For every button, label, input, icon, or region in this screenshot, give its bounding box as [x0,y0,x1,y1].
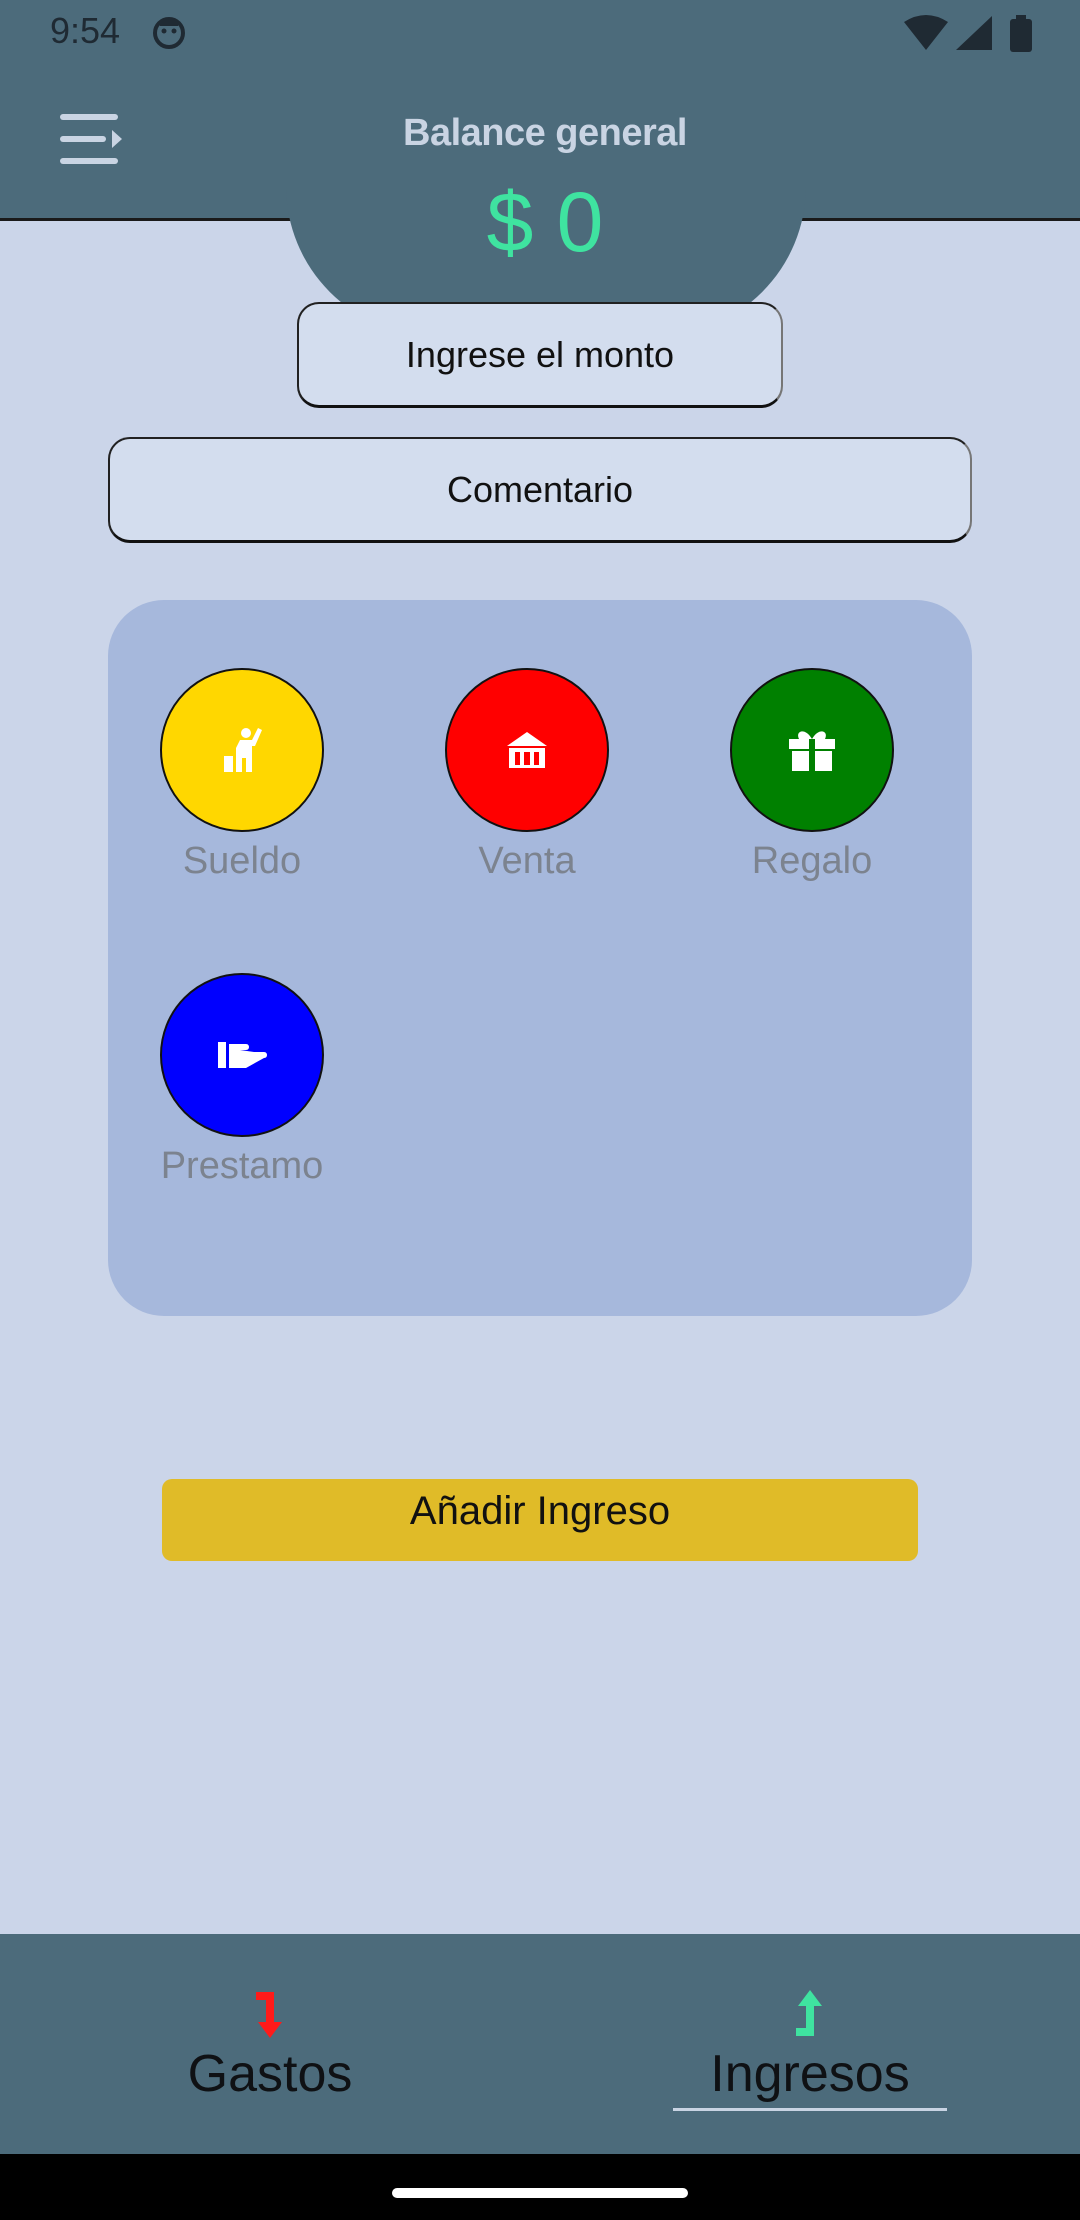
system-status-icons [904,15,1032,52]
home-gesture-handle[interactable] [392,2188,688,2198]
comment-input[interactable] [108,437,972,543]
gift-icon [789,731,835,771]
balance-amount: $ 0 [486,175,604,269]
tab-label: Ingresos [710,2045,910,2103]
system-navigation-bar [0,2154,1080,2220]
category-venta[interactable]: Venta [407,668,647,883]
category-regalo[interactable]: Regalo [692,668,932,883]
wifi-icon [904,15,948,50]
category-label: Regalo [751,840,873,882]
category-label: Sueldo [182,840,302,882]
category-label: Prestamo [160,1145,324,1187]
battery-icon [1010,19,1032,52]
selected-tab-indicator [673,2108,947,2111]
status-time: 9:54 [50,10,121,51]
signal-icon [956,16,992,50]
category-venta-circle[interactable] [445,668,609,832]
hand-holding-icon [218,1042,267,1068]
tab-ingresos[interactable]: Ingresos [673,1934,947,2154]
person-raising-hand-icon [224,728,262,772]
category-prestamo-circle[interactable] [160,973,324,1137]
amount-input[interactable] [297,302,783,408]
category-sueldo-circle[interactable] [160,668,324,832]
status-bar: 9:54 [0,0,1080,66]
category-regalo-circle[interactable] [730,668,894,832]
arrow-up-green-icon [796,1990,822,2036]
bottom-navigation: Gastos Ingresos [0,1934,1080,2154]
add-income-button[interactable]: Añadir Ingreso [162,1479,918,1561]
page-title: Balance general [403,112,687,154]
category-panel: Sueldo Venta Regalo Prestamo [108,600,972,1316]
category-prestamo[interactable]: Prestamo [122,973,362,1188]
app-notification-icon [153,17,185,49]
tab-label: Gastos [187,2045,353,2103]
arrow-down-red-icon [256,1992,282,2038]
category-label: Venta [478,840,576,882]
tab-gastos[interactable]: Gastos [130,1934,410,2154]
category-sueldo[interactable]: Sueldo [122,668,362,883]
shop-icon [507,732,547,768]
